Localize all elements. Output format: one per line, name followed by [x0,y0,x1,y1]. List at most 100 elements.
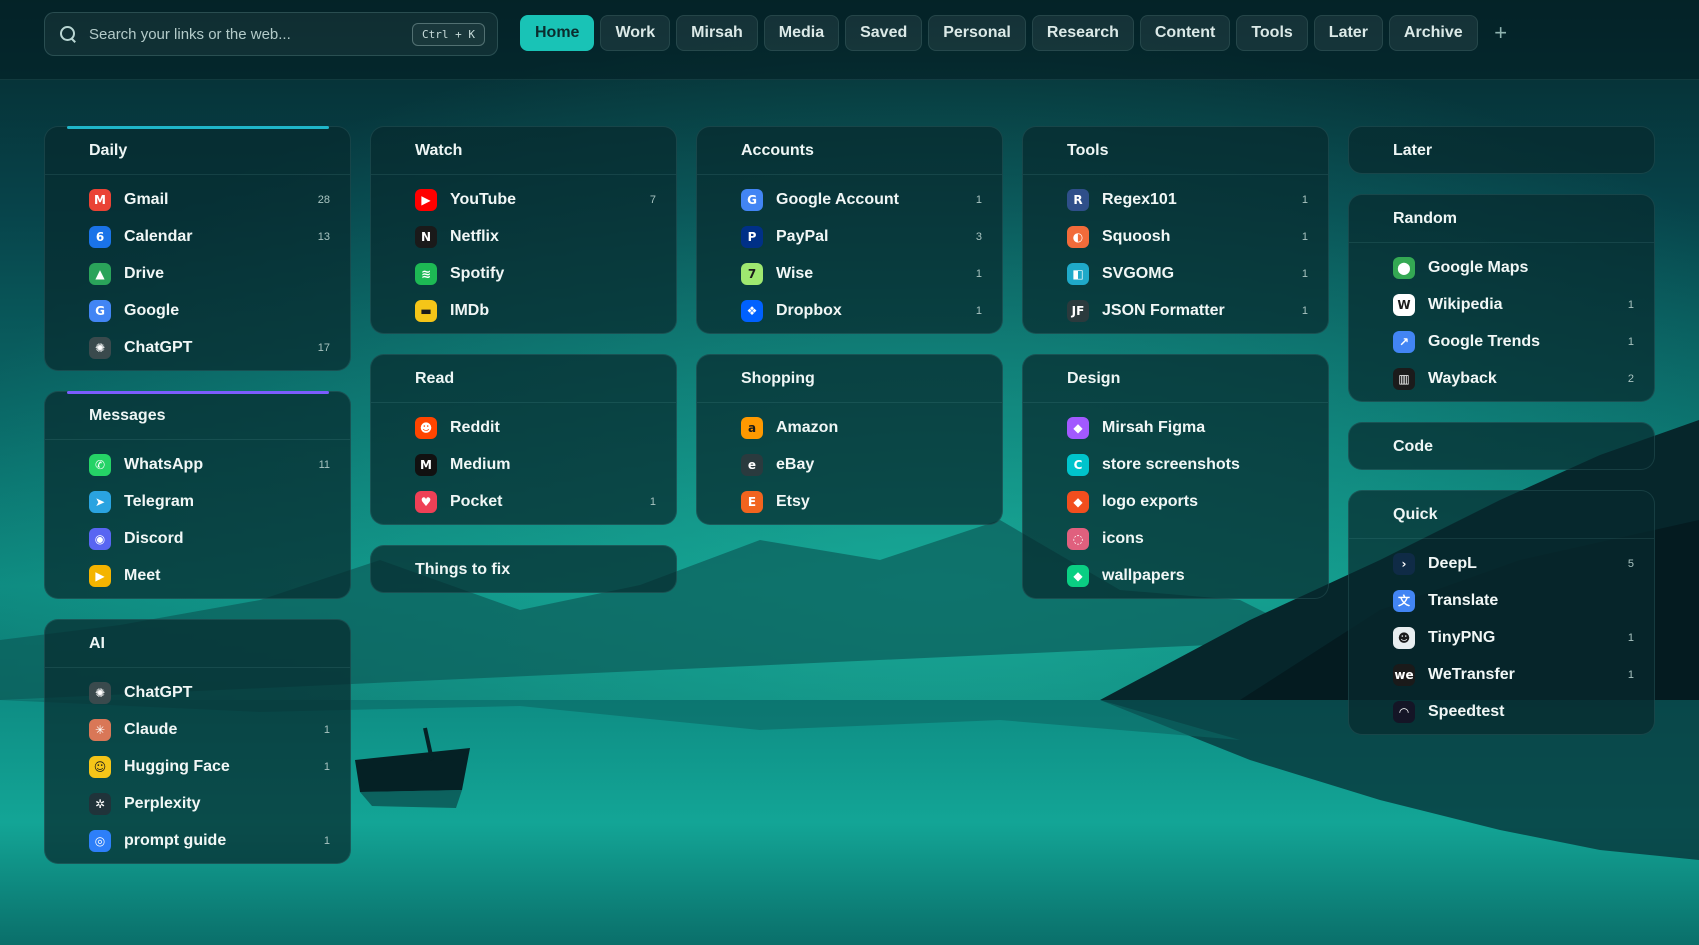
group-title[interactable]: Code [1349,423,1654,471]
link-item-ebay[interactable]: e eBay [697,446,1002,483]
link-item-tinypng[interactable]: ☻ TinyPNG 1 [1349,619,1654,656]
tab-media[interactable]: Media [763,15,840,51]
group-title[interactable]: Shopping [697,355,1002,403]
link-item-deepl[interactable]: › DeepL 5 [1349,545,1654,582]
tab-work[interactable]: Work [600,15,671,51]
link-item-medium[interactable]: M Medium [371,446,676,483]
visit-count-badge: 13 [317,230,330,243]
wikipedia-icon: W [1393,293,1415,316]
tab-home[interactable]: Home [520,15,595,51]
link-label: Wise [776,264,814,282]
link-item-wetransfer[interactable]: we WeTransfer 1 [1349,656,1654,693]
link-label: Netflix [450,227,499,245]
squoosh-icon: ◐ [1067,225,1089,248]
link-item-reddit[interactable]: ☻ Reddit [371,409,676,446]
link-item-squoosh[interactable]: ◐ Squoosh 1 [1023,218,1328,255]
link-item-translate[interactable]: 文 Translate [1349,582,1654,619]
group-title[interactable]: Watch [371,127,676,175]
link-item-amazon[interactable]: a Amazon [697,409,1002,446]
tab-later[interactable]: Later [1313,15,1383,51]
group-title[interactable]: Design [1023,355,1328,403]
link-item-store-screenshots[interactable]: Cstore screenshots [1023,446,1328,483]
link-item-wikipedia[interactable]: W Wikipedia 1 [1349,286,1654,323]
link-item-drive[interactable]: ▲ Drive [45,255,350,292]
group-title[interactable]: Accounts [697,127,1002,175]
link-label: logo exports [1102,492,1199,510]
link-item-google[interactable]: G Google [45,292,350,329]
link-item-telegram[interactable]: ➤ Telegram [45,483,350,520]
group-title[interactable]: Later [1349,127,1654,175]
link-label: Wikipedia [1428,295,1503,313]
chatgpt-icon: ✺ [89,336,111,359]
group-title[interactable]: Things to fix [371,546,676,594]
link-item-logo-exports[interactable]: ◆ logo exports [1023,483,1328,520]
link-item-chatgpt[interactable]: ✺ ChatGPT [45,674,350,711]
link-item-wallpapers[interactable]: ◆ wallpapers [1023,557,1328,594]
search-input[interactable] [89,25,413,43]
link-item-wise[interactable]: 7 Wise 1 [697,255,1002,292]
link-label: wallpapers [1102,566,1185,584]
tab-saved[interactable]: Saved [845,15,923,51]
link-item-netflix[interactable]: N Netflix [371,218,676,255]
link-item-perplexity[interactable]: ✲ Perplexity [45,785,350,822]
regex101-icon: R [1067,188,1089,211]
search-bar[interactable]: Ctrl + K [44,12,498,56]
link-list: ⬤ Google Maps W Wikipedia 1 ↗ Google Trends 1 ▥ W… [1349,243,1654,403]
link-item-google-maps[interactable]: ⬤ Google Maps [1349,249,1654,286]
youtube-icon: ▶ [415,188,437,211]
tab-content[interactable]: Content [1139,15,1231,51]
reddit-icon: ☻ [415,416,437,439]
tab-archive[interactable]: Archive [1388,15,1478,51]
link-item-google-trends[interactable]: ↗ Google Trends 1 [1349,323,1654,360]
link-label: Spotify [450,264,505,282]
group-card-things-to-fix: Things to fix [370,545,677,593]
visit-count-badge: 1 [1627,631,1634,644]
group-title[interactable]: Read [371,355,676,403]
link-item-google-account[interactable]: G Google Account 1 [697,181,1002,218]
link-item-chatgpt[interactable]: ✺ ChatGPT 17 [45,329,350,366]
tab-mirsah[interactable]: Mirsah [676,15,758,51]
link-item-etsy[interactable]: E Etsy [697,483,1002,520]
tab-research[interactable]: Research [1031,15,1134,51]
link-label: Amazon [776,418,839,436]
link-item-speedtest[interactable]: ◠ Speedtest [1349,693,1654,730]
group-card-daily: Daily M Gmail 28 6 Calendar 13 ▲ Drive G Google ✺ Ch… [44,126,351,371]
link-label: ChatGPT [124,683,193,701]
link-item-mirsah-figma[interactable]: ◆ Mirsah Figma [1023,409,1328,446]
link-item-spotify[interactable]: ≋ Spotify [371,255,676,292]
link-item-icons[interactable]: ◌ icons [1023,520,1328,557]
link-label: Hugging Face [124,757,230,775]
link-item-prompt-guide[interactable]: ◎ prompt guide 1 [45,822,350,859]
link-item-paypal[interactable]: P PayPal 3 [697,218,1002,255]
link-item-dropbox[interactable]: ❖ Dropbox 1 [697,292,1002,329]
link-item-gmail[interactable]: M Gmail 28 [45,181,350,218]
link-item-claude[interactable]: ✳ Claude 1 [45,711,350,748]
keyboard-shortcut-badge: Ctrl + K [412,22,485,46]
link-item-regex101[interactable]: R Regex101 1 [1023,181,1328,218]
link-item-youtube[interactable]: ▶ YouTube 7 [371,181,676,218]
group-title[interactable]: Random [1349,195,1654,243]
group-title[interactable]: Quick [1349,491,1654,539]
visit-count-badge: 5 [1627,557,1634,570]
group-title[interactable]: Tools [1023,127,1328,175]
group-title[interactable]: Daily [45,127,350,175]
link-label: Google Maps [1428,258,1529,276]
hugging-face-icon: ☺ [89,755,111,778]
link-item-meet[interactable]: ▶ Meet [45,557,350,594]
link-item-pocket[interactable]: ♥ Pocket 1 [371,483,676,520]
add-tab-button[interactable]: + [1484,15,1518,51]
visit-count-badge: 1 [323,723,330,736]
link-item-calendar[interactable]: 6 Calendar 13 [45,218,350,255]
link-item-hugging-face[interactable]: ☺ Hugging Face 1 [45,748,350,785]
link-item-svgomg[interactable]: ◧ SVGOMG 1 [1023,255,1328,292]
link-item-wayback[interactable]: ▥ Wayback 2 [1349,360,1654,397]
group-title[interactable]: AI [45,620,350,668]
group-title[interactable]: Messages [45,392,350,440]
link-item-imdb[interactable]: ▬ IMDb [371,292,676,329]
link-item-json-formatter[interactable]: JF JSON Formatter 1 [1023,292,1328,329]
link-item-discord[interactable]: ◉ Discord [45,520,350,557]
visit-count-badge: 1 [1627,668,1634,681]
tab-tools[interactable]: Tools [1236,15,1308,51]
link-item-whatsapp[interactable]: ✆ WhatsApp 11 [45,446,350,483]
tab-personal[interactable]: Personal [928,15,1026,51]
